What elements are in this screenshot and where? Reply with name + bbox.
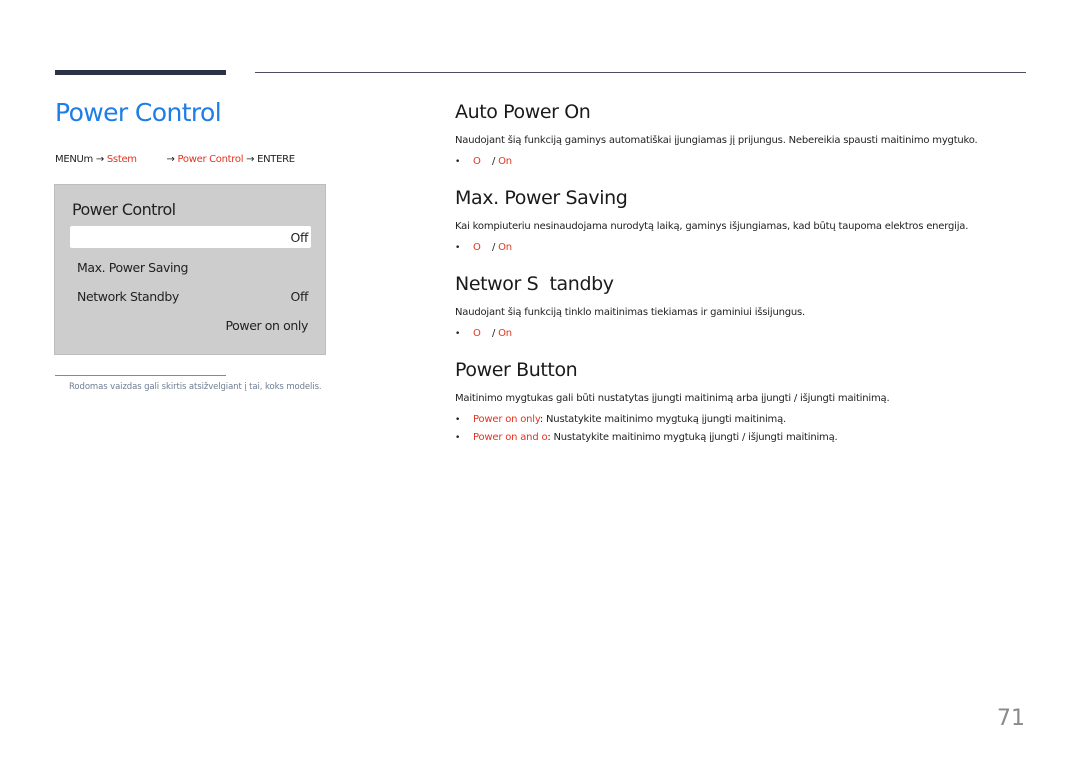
option-term: Power on only: [473, 414, 540, 425]
section-power-button: Power Button Maitinimo mygtukas gali būt…: [455, 359, 1035, 443]
breadcrumb: MENUm → Sstem → Power Control → ENTERE: [55, 154, 295, 165]
header-rule-thin: [255, 72, 1026, 73]
option-item: • Power on only: Nustatykite maitinimo m…: [455, 413, 838, 431]
osd-menu-item-max-power-saving[interactable]: Max. Power Saving: [77, 257, 308, 277]
arrow-icon: →: [246, 154, 255, 165]
option-list: • O / On: [455, 155, 512, 173]
section-description: Naudojant šią funkciją gaminys automatiš…: [455, 135, 978, 146]
section-network-standby: Networ S tandby Naudojant šią funkciją t…: [455, 273, 1035, 339]
option-off: O: [473, 328, 481, 339]
osd-menu-item-auto-power-on[interactable]: Off: [70, 226, 311, 248]
section-max-power-saving: Max. Power Saving Kai kompiuteriu nesina…: [455, 187, 1035, 253]
option-separator: /: [491, 242, 496, 253]
option-list: • Power on only: Nustatykite maitinimo m…: [455, 413, 838, 449]
option-on: On: [498, 328, 512, 339]
option-item: • O / On: [455, 241, 512, 259]
page-number: 71: [997, 706, 1025, 731]
footnote: Rodomas vaizdas gali skirtis atsižvelgia…: [69, 382, 322, 392]
option-list: • O / On: [455, 241, 512, 259]
osd-menu-item-power-button[interactable]: Power on only: [77, 315, 308, 335]
option-separator: /: [491, 156, 496, 167]
option-on: On: [498, 156, 512, 167]
section-heading: Power Button: [455, 359, 578, 381]
bullet-icon: •: [455, 157, 461, 167]
breadcrumb-enter: ENTERE: [257, 154, 295, 165]
bullet-icon: •: [455, 415, 461, 425]
option-text: : Nustatykite maitinimo mygtuką įjungti …: [547, 432, 838, 443]
osd-menu-panel: Power Control Off Max. Power Saving Netw…: [54, 184, 326, 355]
bullet-icon: •: [455, 243, 461, 253]
section-description: Maitinimo mygtukas gali būti nustatytas …: [455, 393, 890, 404]
bullet-icon: •: [455, 329, 461, 339]
breadcrumb-power-control: Power Control: [177, 154, 244, 165]
section-heading: Auto Power On: [455, 101, 591, 123]
footnote-divider: [55, 375, 226, 376]
bullet-icon: •: [455, 433, 461, 443]
option-on: On: [498, 242, 512, 253]
osd-item-value: Power on only: [225, 317, 308, 333]
section-description: Naudojant šią funkciją tinklo maitinimas…: [455, 307, 806, 318]
section-heading: Networ S tandby: [455, 273, 614, 295]
arrow-icon: →: [95, 154, 104, 165]
option-list: • O / On: [455, 327, 512, 345]
osd-item-label: Max. Power Saving: [77, 259, 189, 275]
option-item: • Power on and o: Nustatykite maitinimo …: [455, 431, 838, 449]
osd-menu-item-network-standby[interactable]: Network Standby Off: [77, 286, 308, 306]
option-item: • O / On: [455, 327, 512, 345]
option-separator: /: [491, 328, 496, 339]
page-title: Power Control: [55, 98, 222, 127]
osd-item-value: Off: [290, 229, 309, 245]
option-term: Power on and o: [473, 432, 548, 443]
option-off: O: [473, 156, 481, 167]
option-text: : Nustatykite maitinimo mygtuką įjungti …: [539, 414, 786, 425]
option-off: O: [473, 242, 481, 253]
osd-item-label: Network Standby: [77, 288, 179, 304]
breadcrumb-menu: MENUm: [55, 154, 93, 165]
option-item: • O / On: [455, 155, 512, 173]
arrow-icon: →: [166, 154, 175, 165]
header-rule-thick: [55, 70, 226, 75]
section-description: Kai kompiuteriu nesinaudojama nurodytą l…: [455, 221, 969, 232]
section-heading: Max. Power Saving: [455, 187, 628, 209]
osd-item-value: Off: [290, 288, 309, 304]
osd-menu-title: Power Control: [72, 200, 176, 219]
breadcrumb-system: Sstem: [106, 154, 137, 165]
section-auto-power-on: Auto Power On Naudojant šią funkciją gam…: [455, 101, 1035, 167]
